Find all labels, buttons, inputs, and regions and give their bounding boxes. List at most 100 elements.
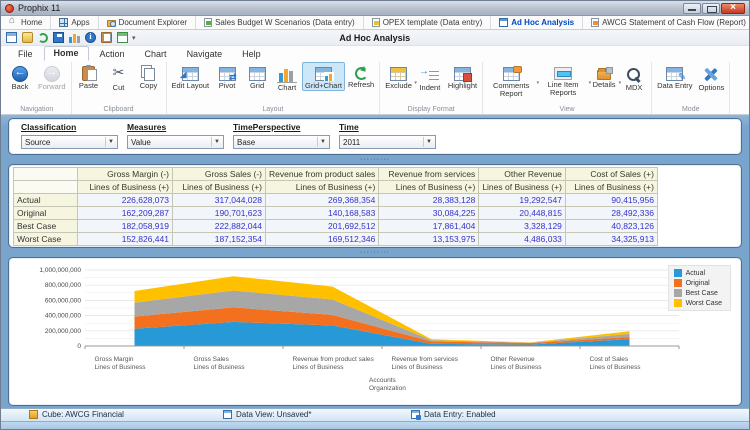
- mdx-icon: [624, 66, 644, 83]
- data-cell[interactable]: 317,044,028: [172, 193, 266, 207]
- export-icon[interactable]: [117, 32, 128, 43]
- quick-access-toolbar-row: ▾ Ad Hoc Analysis: [1, 30, 749, 46]
- paste-button[interactable]: Paste: [74, 62, 104, 91]
- menu-tab-chart[interactable]: Chart: [136, 48, 176, 61]
- filter-panel: Classification Source ▼ Measures Value ▼ TimeP…: [8, 118, 742, 155]
- details-button[interactable]: Details ▾: [589, 62, 621, 90]
- data-cell[interactable]: 40,823,126: [564, 219, 658, 233]
- chevron-down-icon: ▼: [423, 137, 434, 147]
- forward-icon: [43, 66, 60, 82]
- filter-dropdown-time[interactable]: 2011 ▼: [339, 135, 436, 149]
- data-cell[interactable]: 13,153,975: [378, 232, 480, 246]
- tab-document-explorer[interactable]: Document Explorer: [99, 16, 197, 29]
- chart-icon[interactable]: [69, 32, 80, 43]
- options-button[interactable]: Options: [696, 62, 728, 93]
- ribbon-group-display-format: Exclude▾Indent Highlight Display Format: [380, 62, 484, 114]
- data-cell[interactable]: 182,058,919: [77, 219, 173, 233]
- data-cell[interactable]: 226,628,073: [77, 193, 173, 207]
- axis-title-organization: Organization: [369, 385, 406, 393]
- data-cell[interactable]: 30,084,225: [378, 206, 480, 220]
- category-sublabel: Lines of Business: [193, 364, 245, 372]
- filter-timeperspective: TimePerspective Base ▼: [233, 122, 330, 154]
- status-data-entry: Data Entry: Enabled: [411, 410, 496, 420]
- data-cell[interactable]: 190,701,623: [172, 206, 266, 220]
- row-header: Best Case: [13, 219, 78, 233]
- grid-view-icon[interactable]: [6, 32, 17, 43]
- grid-corner-cell: [13, 167, 78, 181]
- filter-dropdown-timeperspective[interactable]: Base ▼: [233, 135, 330, 149]
- data-cell[interactable]: 28,383,128: [378, 193, 480, 207]
- info-icon[interactable]: [85, 32, 96, 43]
- edit-layout-button[interactable]: Edit Layout: [169, 62, 213, 91]
- new-item-icon[interactable]: [22, 32, 33, 43]
- ribbon-button-label: Back: [11, 82, 29, 91]
- ribbon-group-view: Comments Report ▾ Line Item Reports ▾ Detail…: [483, 62, 653, 114]
- data-cell[interactable]: 4,486,033: [478, 232, 566, 246]
- tab-opex-template-data-entry[interactable]: OPEX template (Data entry): [364, 16, 492, 29]
- refresh-button[interactable]: Refresh: [345, 62, 377, 90]
- data-cell[interactable]: 17,861,404: [378, 219, 480, 233]
- mdx-button[interactable]: MDX: [619, 62, 649, 93]
- ribbon-group-clipboard: Paste Cut Copy Clipboard: [72, 62, 167, 114]
- comments-report-button[interactable]: Comments Report ▾: [485, 62, 539, 99]
- splitter-bottom[interactable]: ·········: [8, 248, 742, 257]
- menu-tab-home[interactable]: Home: [43, 46, 89, 61]
- close-button[interactable]: [721, 2, 745, 14]
- tab-ad-hoc-analysis[interactable]: Ad Hoc Analysis: [491, 16, 584, 29]
- maximize-button[interactable]: [702, 2, 720, 14]
- grid-chart-button[interactable]: Grid+Chart: [302, 62, 345, 92]
- back-button[interactable]: Back: [5, 62, 35, 92]
- legend-swatch: [673, 289, 682, 297]
- highlight-button[interactable]: Highlight: [445, 62, 480, 91]
- data-entry-button[interactable]: Data Entry: [654, 62, 695, 91]
- forward-button[interactable]: Forward: [35, 62, 69, 92]
- menu-tab-file[interactable]: File: [9, 48, 42, 61]
- data-cell[interactable]: 3,328,129: [478, 219, 566, 233]
- save-icon[interactable]: [53, 32, 64, 43]
- indent-button[interactable]: Indent: [415, 62, 445, 93]
- data-cell[interactable]: 222,882,044: [172, 219, 266, 233]
- tab-awcg-statement-of-cash-flow-report[interactable]: AWCG Statement of Cash Flow (Report): [583, 16, 749, 29]
- filter-dropdown-classification[interactable]: Source ▼: [21, 135, 118, 149]
- category-label: Gross Sales: [193, 356, 229, 363]
- minimize-button[interactable]: [683, 2, 701, 14]
- filter-dropdown-measures[interactable]: Value ▼: [127, 135, 224, 149]
- tab-home[interactable]: Home: [1, 15, 52, 29]
- menu-tab-help[interactable]: Help: [233, 48, 270, 61]
- ribbon-group-label: Clipboard: [103, 106, 134, 113]
- ribbon-group-label: Mode: [681, 106, 700, 113]
- tab-sales-budget-w-scenarios-data-entry[interactable]: Sales Budget W Scenarios (Data entry): [196, 16, 364, 29]
- refresh-icon[interactable]: [38, 32, 48, 43]
- paste-icon[interactable]: [101, 32, 112, 43]
- exclude-button[interactable]: Exclude ▾: [382, 62, 417, 91]
- data-cell[interactable]: 152,826,441: [77, 232, 173, 246]
- grid-button[interactable]: Grid: [242, 62, 272, 91]
- data-cell[interactable]: 28,492,336: [564, 206, 658, 220]
- apps-icon: [59, 18, 69, 27]
- data-cell[interactable]: 20,448,815: [478, 206, 566, 220]
- category-label: Cost of Sales: [589, 356, 629, 363]
- tab-bar: Home Apps Document Explorer Sales Budget W …: [1, 15, 749, 30]
- cut-button[interactable]: Cut: [104, 62, 134, 93]
- filter-label: Measures: [127, 122, 167, 132]
- data-cell[interactable]: 162,209,287: [77, 206, 173, 220]
- splitter-top[interactable]: ·········: [8, 155, 742, 164]
- data-cell[interactable]: 187,152,354: [172, 232, 266, 246]
- pivot-button[interactable]: Pivot: [212, 62, 242, 91]
- category-sublabel: Lines of Business: [391, 364, 443, 372]
- data-cell[interactable]: 90,415,956: [564, 193, 658, 207]
- line-item-reports-button[interactable]: Line Item Reports ▾: [537, 62, 591, 98]
- tab-apps[interactable]: Apps: [51, 16, 99, 29]
- copy-button[interactable]: Copy: [134, 62, 164, 91]
- category-sublabel: Lines of Business: [94, 364, 146, 372]
- menu-tab-navigate[interactable]: Navigate: [178, 48, 232, 61]
- chart-button[interactable]: Chart: [272, 62, 302, 93]
- data-cell[interactable]: 269,368,354: [264, 193, 380, 207]
- menu-tab-action[interactable]: Action: [91, 48, 134, 61]
- data-cell[interactable]: 19,292,547: [478, 193, 566, 207]
- data-cell[interactable]: 169,512,346: [264, 232, 380, 246]
- ribbon-button-label: Comments Report: [492, 81, 530, 99]
- data-cell[interactable]: 201,692,512: [264, 219, 380, 233]
- data-cell[interactable]: 140,168,583: [264, 206, 380, 220]
- data-cell[interactable]: 34,325,913: [564, 232, 658, 246]
